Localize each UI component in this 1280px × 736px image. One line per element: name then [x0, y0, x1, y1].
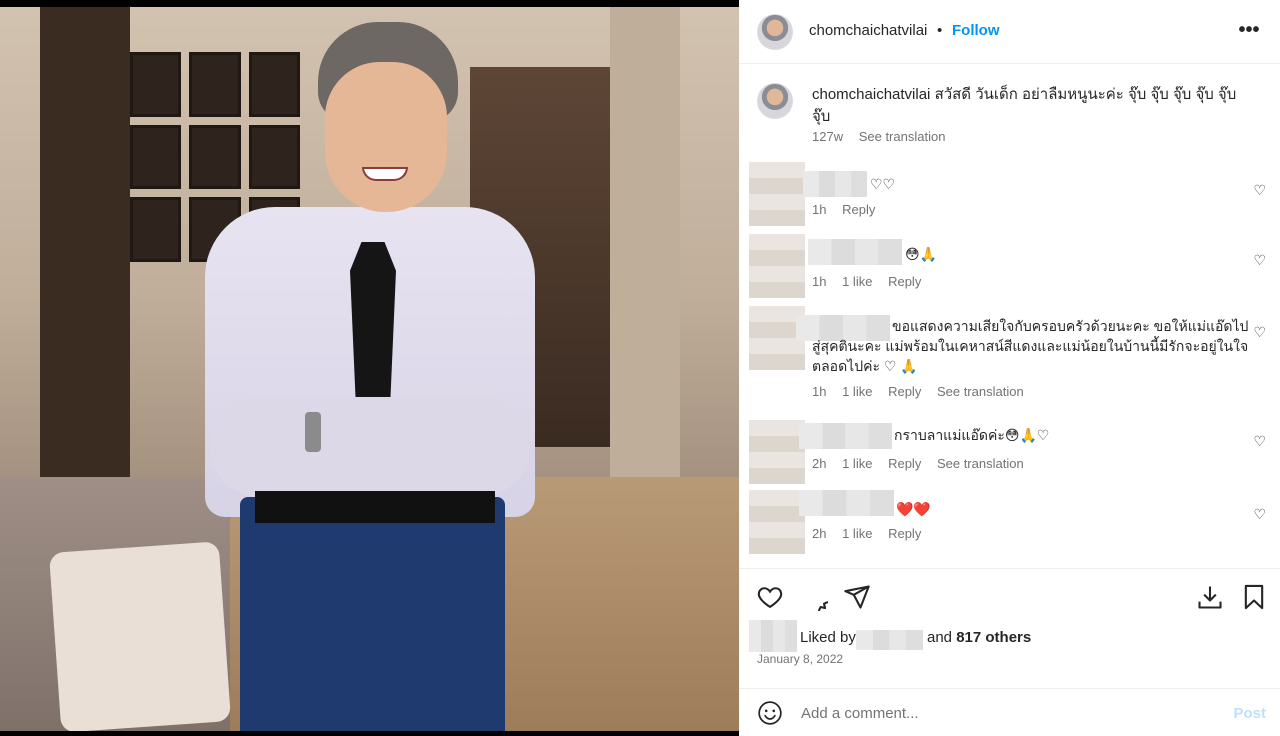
comment-username-blurred[interactable]	[808, 239, 902, 265]
comment-meta: 2h 1 like Reply See translation	[812, 456, 1036, 471]
comment-username-blurred[interactable]	[803, 171, 867, 197]
likes-summary: Liked by and 817 others	[739, 620, 1280, 652]
comment-avatar-blurred[interactable]	[749, 490, 805, 554]
post-action-bar	[739, 568, 1280, 626]
comment-likes-count[interactable]: 1 like	[842, 384, 872, 399]
separator-dot: •	[937, 22, 943, 39]
comment-time: 2h	[812, 526, 827, 541]
photo-person	[200, 17, 540, 731]
post-comment-button[interactable]: Post	[1233, 705, 1266, 722]
comment-bubble-icon[interactable]	[800, 583, 842, 626]
add-comment-bar: Post	[739, 688, 1280, 736]
comment-reply-button[interactable]: Reply	[888, 384, 921, 399]
comment-likes-count[interactable]: 1 like	[842, 456, 872, 471]
likes-and-label: and	[927, 629, 953, 646]
comment-see-translation[interactable]: See translation	[937, 384, 1024, 399]
more-options-icon[interactable]: •••	[1236, 14, 1262, 50]
caption-age: 127w	[812, 129, 844, 144]
comment-text: ❤️❤️	[896, 501, 931, 517]
comment-likes-count[interactable]: 1 like	[842, 526, 872, 541]
post-photo[interactable]	[0, 7, 739, 731]
comment-text: 😳🙏	[905, 246, 938, 262]
comment-text: ขอแสดงความเสียใจกับครอบครัวด้วยนะคะ ขอให…	[812, 318, 1249, 374]
post-details-panel: chomchaichatvilai • Follow ••• chomchaic…	[739, 0, 1280, 736]
comment-like-heart-icon[interactable]: ♡	[1253, 324, 1266, 341]
download-icon[interactable]	[1196, 583, 1224, 611]
comment-reply-button[interactable]: Reply	[842, 202, 875, 217]
post-date[interactable]: January 8, 2022	[757, 652, 843, 666]
comment-text: กราบลาแม่แอ๊ดค่ะ😳🙏♡	[894, 427, 1050, 443]
photo-door	[40, 7, 130, 477]
caption-text: chomchaichatvilai สวัสดี วันเด็ก อย่าลืม…	[812, 84, 1252, 128]
comment-meta: 1h 1 like Reply	[812, 274, 933, 289]
add-comment-input[interactable]	[801, 699, 1201, 727]
caption-meta: 127w See translation	[812, 129, 957, 144]
comment-reply-button[interactable]: Reply	[888, 274, 921, 289]
comment-reply-button[interactable]: Reply	[888, 526, 921, 541]
comment-meta: 1h 1 like Reply See translation	[812, 384, 1036, 399]
comment-time: 1h	[812, 384, 827, 399]
comment-time: 2h	[812, 456, 827, 471]
comment-like-heart-icon[interactable]: ♡	[1253, 252, 1266, 269]
comment-likes-count[interactable]: 1 like	[842, 274, 872, 289]
comment-avatar-blurred[interactable]	[749, 234, 805, 298]
like-heart-icon[interactable]	[756, 583, 784, 611]
likes-others-count[interactable]: 817 others	[956, 629, 1031, 646]
comments-list[interactable]: ♡♡ 1h Reply ♡ 😳🙏 1h 1 like Reply ♡ ขอแสด…	[739, 160, 1280, 568]
emoji-smiley-icon[interactable]	[757, 700, 783, 726]
comment-like-heart-icon[interactable]: ♡	[1253, 506, 1266, 523]
comment-time: 1h	[812, 202, 827, 217]
share-send-icon[interactable]	[843, 583, 871, 611]
photo-pillar	[610, 7, 680, 527]
comment-see-translation[interactable]: See translation	[937, 456, 1024, 471]
author-avatar[interactable]	[757, 14, 793, 50]
liked-by-username-blurred[interactable]	[856, 630, 923, 650]
comment-avatar-blurred[interactable]	[749, 420, 805, 484]
comment-username-blurred[interactable]	[799, 490, 894, 516]
liked-by-label: Liked by	[800, 629, 856, 646]
bookmark-save-icon[interactable]	[1240, 583, 1268, 611]
comment-like-heart-icon[interactable]: ♡	[1253, 182, 1266, 199]
comment-reply-button[interactable]: Reply	[888, 456, 921, 471]
comment-time: 1h	[812, 274, 827, 289]
follow-button[interactable]: Follow	[952, 22, 1000, 39]
caption-see-translation[interactable]: See translation	[859, 129, 946, 144]
liked-by-avatar-blurred[interactable]	[749, 620, 797, 652]
comment-meta: 2h 1 like Reply	[812, 526, 933, 541]
comment-like-heart-icon[interactable]: ♡	[1253, 433, 1266, 450]
post-header: chomchaichatvilai • Follow •••	[739, 0, 1280, 64]
caption-username[interactable]: chomchaichatvilai	[812, 86, 930, 103]
likes-others[interactable]: and 817 others	[927, 629, 1031, 646]
author-username[interactable]: chomchaichatvilai	[809, 22, 927, 39]
comment-avatar-blurred[interactable]	[749, 162, 805, 226]
comment-username-blurred[interactable]	[799, 423, 892, 449]
comment-text: ♡♡	[870, 176, 896, 192]
instagram-post-window: chomchaichatvilai • Follow ••• chomchaic…	[0, 0, 1280, 736]
caption-author-avatar[interactable]	[757, 83, 793, 119]
comment-meta: 1h Reply	[812, 202, 887, 217]
